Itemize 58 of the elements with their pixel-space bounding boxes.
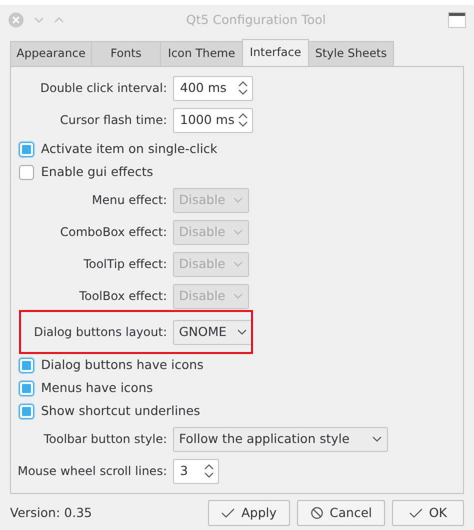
field-label: Mouse wheel scroll lines:	[18, 463, 167, 480]
checkbox[interactable]	[19, 404, 34, 419]
checkbox-label: Menus have icons	[41, 379, 153, 398]
close-icon[interactable]	[8, 12, 24, 28]
spin-value: 3	[180, 462, 188, 480]
checkbox-label: Activate item on single-click	[41, 140, 218, 158]
cancel-icon	[310, 507, 324, 519]
dropdown-value: GNOME	[179, 322, 227, 341]
checkbox-label: Enable gui effects	[41, 163, 154, 182]
minimize-icon[interactable]	[34, 17, 44, 23]
field-label: Menu effect:	[92, 192, 167, 209]
checkbox-label: Show shortcut underlines	[41, 402, 200, 420]
dropdown[interactable]: GNOME	[173, 320, 253, 344]
caret-icon	[233, 261, 243, 267]
spin-arrows-icon[interactable]	[204, 464, 214, 478]
tab[interactable]: Icon Theme	[160, 41, 243, 66]
ok-button[interactable]: OK	[392, 500, 464, 526]
field-label: ToolBox effect:	[79, 288, 167, 305]
dropdown-value: Disable	[179, 222, 226, 241]
caret-icon	[237, 329, 247, 335]
dropdown[interactable]: Follow the application style	[173, 426, 388, 452]
field-label: ComboBox effect:	[60, 224, 167, 241]
spin-value: 1000 ms	[180, 110, 234, 129]
spin-box[interactable]: 400 ms	[173, 76, 253, 100]
caret-icon	[233, 229, 243, 235]
field-label: ToolTip effect:	[84, 256, 167, 273]
spin-box[interactable]: 3	[173, 458, 219, 484]
maximize-icon[interactable]	[54, 17, 64, 23]
spin-value: 400 ms	[180, 78, 227, 97]
check-icon	[221, 507, 236, 519]
checkbox-label: Dialog buttons have icons	[41, 356, 204, 374]
caret-icon	[233, 293, 243, 299]
version-label: Version: 0.35	[10, 504, 92, 522]
checkbox[interactable]	[19, 142, 34, 157]
spin-arrows-icon[interactable]	[238, 81, 248, 95]
tab[interactable]: Appearance	[10, 41, 92, 66]
caret-icon	[233, 197, 243, 203]
checkbox[interactable]	[19, 381, 34, 396]
tab[interactable]: Fonts	[91, 41, 161, 66]
dropdown-value: Follow the application style	[179, 430, 350, 448]
checkbox[interactable]	[19, 358, 34, 373]
window-icon	[448, 12, 466, 28]
field-label: Cursor flash time:	[60, 112, 167, 129]
dropdown-value: Disable	[179, 286, 226, 305]
spin-arrows-icon[interactable]	[238, 113, 248, 127]
dropdown-value: Disable	[179, 254, 226, 273]
field-label: Dialog buttons layout:	[34, 324, 167, 341]
spin-box[interactable]: 1000 ms	[173, 108, 253, 132]
cancel-button[interactable]: Cancel	[296, 500, 385, 526]
field-label: Double click interval:	[40, 80, 167, 97]
field-label: Toolbar button style:	[44, 431, 167, 448]
checkbox[interactable]	[19, 165, 34, 180]
dropdown-value: Disable	[179, 190, 226, 209]
caret-icon	[372, 436, 382, 442]
tab[interactable]: Style Sheets	[308, 41, 394, 66]
window-title: Qt5 Configuration Tool	[185, 10, 327, 29]
apply-button[interactable]: Apply	[208, 500, 290, 526]
check-icon	[408, 507, 423, 519]
